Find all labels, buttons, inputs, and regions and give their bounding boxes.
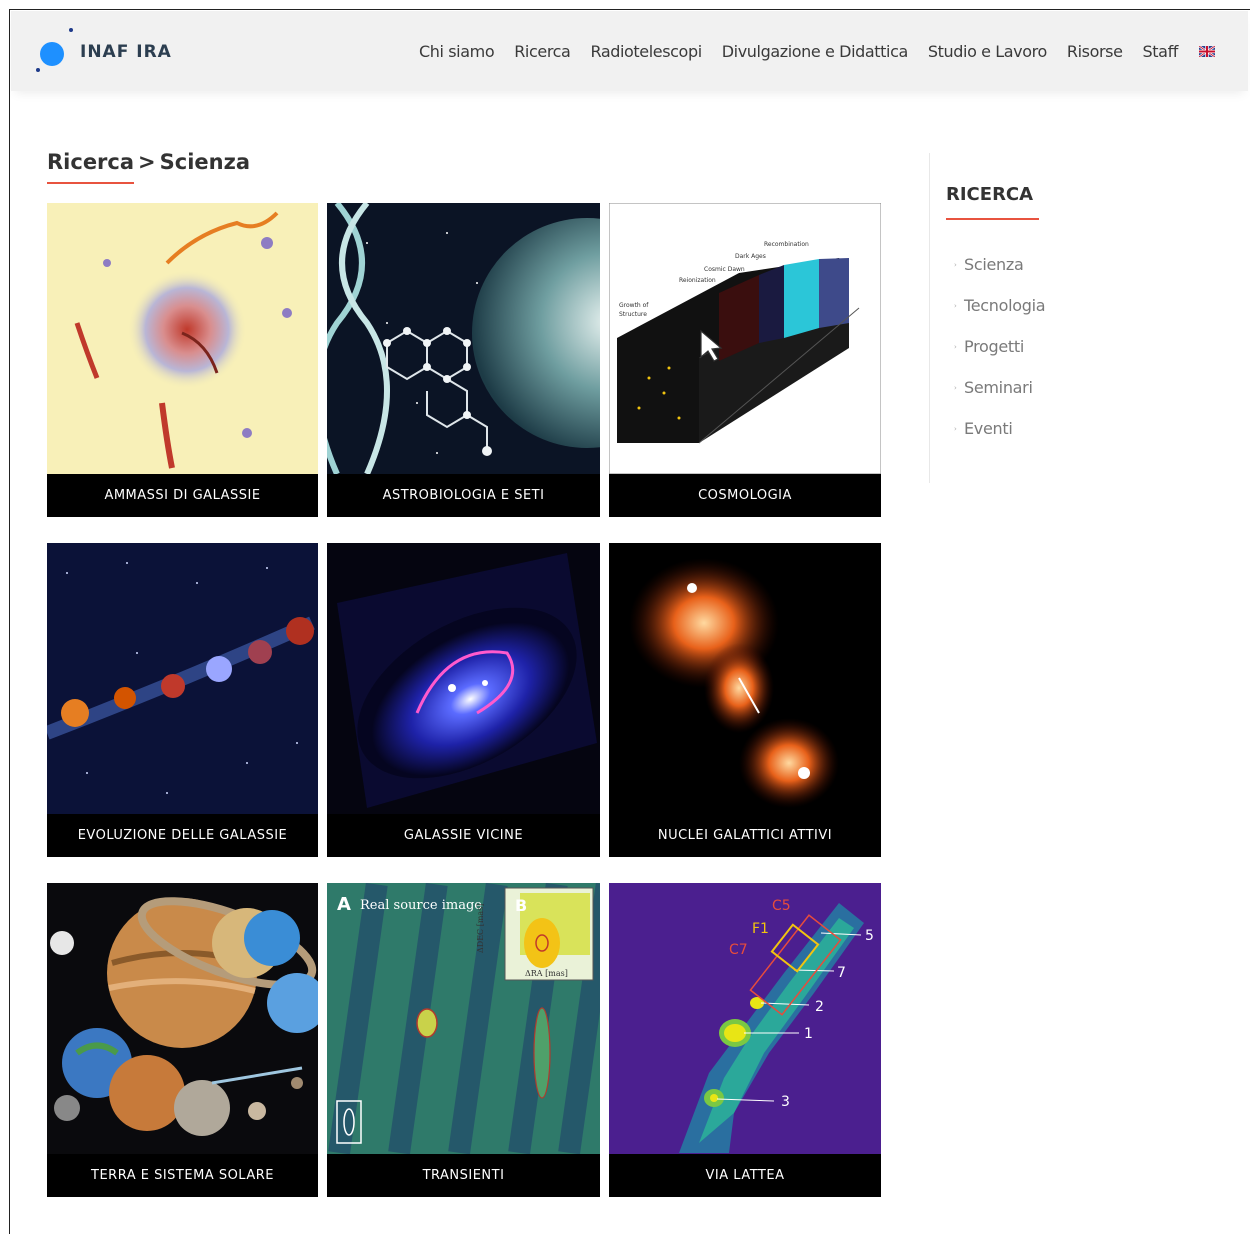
tile-label[interactable]: EVOLUZIONE DELLE GALASSIE xyxy=(47,814,318,857)
chevron-right-icon: › xyxy=(954,424,957,433)
tile-astrobiologia-e-seti[interactable]: ASTROBIOLOGIA E SETI xyxy=(327,203,600,517)
sidebar-item-scienza[interactable]: › Scienza xyxy=(954,244,1045,285)
breadcrumb-parent[interactable]: Ricerca xyxy=(47,150,134,174)
chevron-right-icon: › xyxy=(954,260,957,269)
sidebar-title-underline xyxy=(946,218,1039,220)
tile-label[interactable]: COSMOLOGIA xyxy=(609,474,881,517)
transient-panel-b-label: B xyxy=(515,896,527,915)
tile-label[interactable]: NUCLEI GALATTICI ATTIVI xyxy=(609,814,881,857)
tile-nuclei-galattici-attivi[interactable]: NUCLEI GALATTICI ATTIVI xyxy=(609,543,881,857)
sidebar-divider xyxy=(929,153,930,483)
mw-label-5: 5 xyxy=(865,928,874,944)
cosmo-label-cosmic-dawn: Cosmic Dawn xyxy=(704,266,745,273)
breadcrumb: Ricerca > Scienza xyxy=(47,150,250,174)
sidebar-menu: › Scienza › Tecnologia › Progetti › Seminari… xyxy=(954,244,1046,449)
sidebar-item-eventi[interactable]: › Eventi xyxy=(954,408,1045,449)
cosmo-label-growth-line2: Structure xyxy=(619,311,647,318)
sidebar-item-tecnologia[interactable]: › Tecnologia xyxy=(954,285,1046,326)
page-frame: INAF IRA Chi siamo Ricerca Radiotelescop… xyxy=(9,9,1250,1234)
galaxy-evolution-image xyxy=(47,543,318,814)
chevron-right-icon: › xyxy=(954,383,957,392)
sidebar-item-label[interactable]: Seminari xyxy=(964,378,1033,397)
milky-way-map-image: 5 7 2 1 3 C5 F1 C7 xyxy=(609,883,881,1154)
uk-flag-icon[interactable] xyxy=(1199,45,1216,57)
tile-galassie-vicine[interactable]: GALASSIE VICINE xyxy=(327,543,600,857)
tile-terra-e-sistema-solare[interactable]: TERRA E SISTEMA SOLARE xyxy=(47,883,318,1197)
sidebar-item-label[interactable]: Tecnologia xyxy=(964,296,1046,315)
sidebar-title: RICERCA xyxy=(946,184,1034,205)
galaxy-cluster-image xyxy=(47,203,318,474)
dna-earth-image xyxy=(327,203,600,474)
breadcrumb-underline xyxy=(47,182,134,184)
nav-staff[interactable]: Staff xyxy=(1143,42,1179,61)
nav-studio-lavoro[interactable]: Studio e Lavoro xyxy=(928,42,1047,61)
tile-transienti[interactable]: A Real source image B ΔRA [mas] ΔDEC [ma… xyxy=(327,883,600,1197)
sidebar-item-progetti[interactable]: › Progetti xyxy=(954,326,1045,367)
tile-ammassi-di-galassie[interactable]: AMMASSI DI GALASSIE xyxy=(47,203,318,517)
nav-divulgazione[interactable]: Divulgazione e Didattica xyxy=(722,42,909,61)
chevron-right-icon: › xyxy=(954,342,957,351)
tile-label[interactable]: ASTROBIOLOGIA E SETI xyxy=(327,474,600,517)
tile-label[interactable]: AMMASSI DI GALASSIE xyxy=(47,474,318,517)
breadcrumb-current: Scienza xyxy=(159,150,251,174)
nav-radiotelescopi[interactable]: Radiotelescopi xyxy=(590,42,702,61)
mw-label-1: 1 xyxy=(804,1026,813,1042)
mw-label-7: 7 xyxy=(837,965,846,981)
site-header: INAF IRA Chi siamo Ricerca Radiotelescop… xyxy=(11,11,1248,91)
transient-panel-a-label: A xyxy=(337,894,351,915)
cosmo-label-reionization: Reionization xyxy=(679,277,716,284)
tile-evoluzione-delle-galassie[interactable]: EVOLUZIONE DELLE GALASSIE xyxy=(47,543,318,857)
nav-chi-siamo[interactable]: Chi siamo xyxy=(419,42,495,61)
nearby-galaxy-image xyxy=(327,543,600,814)
sidebar-item-label[interactable]: Eventi xyxy=(964,419,1013,438)
breadcrumb-separator: > xyxy=(138,150,156,174)
sidebar-item-seminari[interactable]: › Seminari xyxy=(954,367,1045,408)
transient-radio-map-image: A Real source image B ΔRA [mas] ΔDEC [ma… xyxy=(327,883,600,1154)
mw-label-c7: C7 xyxy=(729,942,748,958)
mw-label-2: 2 xyxy=(815,999,824,1015)
sidebar-item-label[interactable]: Scienza xyxy=(964,255,1024,274)
transient-dec-axis-label: ΔDEC [mas] xyxy=(476,904,485,953)
cosmo-label-recombination: Recombination xyxy=(764,241,809,248)
solar-system-image xyxy=(47,883,318,1154)
tile-via-lattea[interactable]: 5 7 2 1 3 C5 F1 C7 VIA LATTEA xyxy=(609,883,881,1197)
cosmology-timeline-image: Recombination Dark Ages Cosmic Dawn Reio… xyxy=(609,203,881,474)
mw-label-3: 3 xyxy=(781,1094,790,1110)
cosmo-label-growth-line1: Growth of xyxy=(619,302,649,309)
tile-label[interactable]: TERRA E SISTEMA SOLARE xyxy=(47,1154,318,1197)
tile-label[interactable]: TRANSIENTI xyxy=(327,1154,600,1197)
agn-jet-image xyxy=(609,543,881,814)
mw-label-c5: C5 xyxy=(772,898,791,914)
mw-label-f1: F1 xyxy=(752,921,769,937)
sidebar-item-label[interactable]: Progetti xyxy=(964,337,1024,356)
transient-ra-axis-label: ΔRA [mas] xyxy=(525,969,568,978)
tile-label[interactable]: GALASSIE VICINE xyxy=(327,814,600,857)
tile-label[interactable]: VIA LATTEA xyxy=(609,1154,881,1197)
main-nav: Chi siamo Ricerca Radiotelescopi Divulga… xyxy=(419,40,1216,62)
logo-text[interactable]: INAF IRA xyxy=(80,42,172,62)
nav-risorse[interactable]: Risorse xyxy=(1067,42,1123,61)
chevron-right-icon: › xyxy=(954,301,957,310)
nav-ricerca[interactable]: Ricerca xyxy=(514,42,571,61)
cosmo-label-dark-ages: Dark Ages xyxy=(735,253,766,260)
transient-real-source-label: Real source image xyxy=(360,898,482,913)
tile-cosmologia[interactable]: Recombination Dark Ages Cosmic Dawn Reio… xyxy=(609,203,881,517)
